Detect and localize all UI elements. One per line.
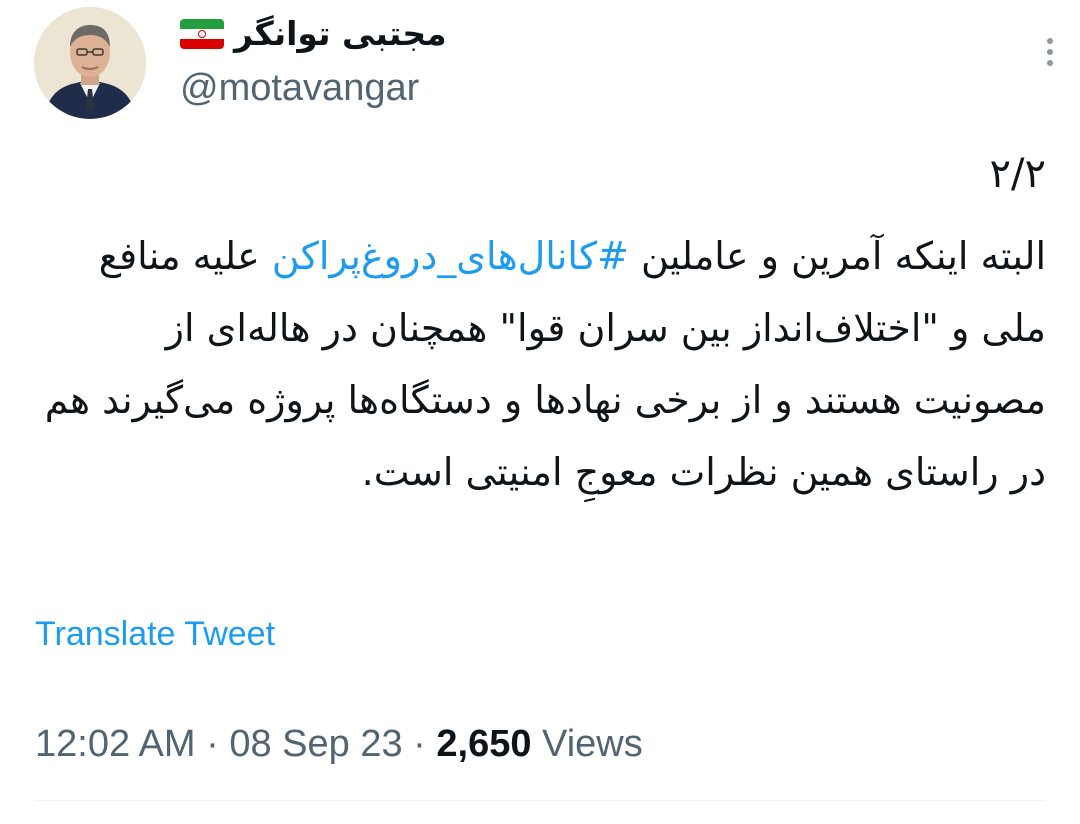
- flag-stripe-top: [180, 19, 224, 29]
- divider: [35, 800, 1045, 801]
- meta-separator: ·: [413, 723, 426, 765]
- author-display-name[interactable]: مجتبی توانگر: [234, 12, 447, 56]
- more-dot: [1047, 49, 1053, 55]
- tweet-text: البته اینکه آمرین و عاملین #کانال‌های_در…: [40, 220, 1046, 508]
- more-vertical-icon[interactable]: [1030, 26, 1070, 78]
- translate-tweet-link[interactable]: Translate Tweet: [35, 612, 275, 656]
- tweet-meta: 12:02 AM · 08 Sep 23 · 2,650 Views: [35, 718, 643, 770]
- meta-separator: ·: [206, 723, 219, 765]
- author-name-row: مجتبی توانگر: [180, 12, 447, 56]
- flag-stripe-middle: [180, 29, 224, 39]
- views-label: Views: [542, 723, 643, 765]
- thread-number: ۲/۲: [989, 151, 1046, 197]
- avatar-image: [34, 7, 146, 119]
- flag-stripe-bottom: [180, 39, 224, 49]
- avatar[interactable]: [34, 7, 146, 119]
- more-dot: [1047, 60, 1053, 66]
- flag-emblem: [198, 30, 206, 38]
- tweet-text-before: البته اینکه آمرین و عاملین: [628, 234, 1046, 278]
- tweet-date[interactable]: 08 Sep 23: [229, 723, 402, 765]
- iran-flag-icon: [180, 19, 224, 49]
- hashtag-link[interactable]: #کانال‌های_دروغ‌پراکن: [272, 234, 629, 278]
- tweet-time[interactable]: 12:02 AM: [35, 723, 196, 765]
- views-count: 2,650: [436, 723, 532, 765]
- author-handle[interactable]: @motavangar: [180, 64, 419, 112]
- tweet: مجتبی توانگر @motavangar ۲/۲ البته اینکه…: [0, 0, 1080, 824]
- more-dot: [1047, 38, 1053, 44]
